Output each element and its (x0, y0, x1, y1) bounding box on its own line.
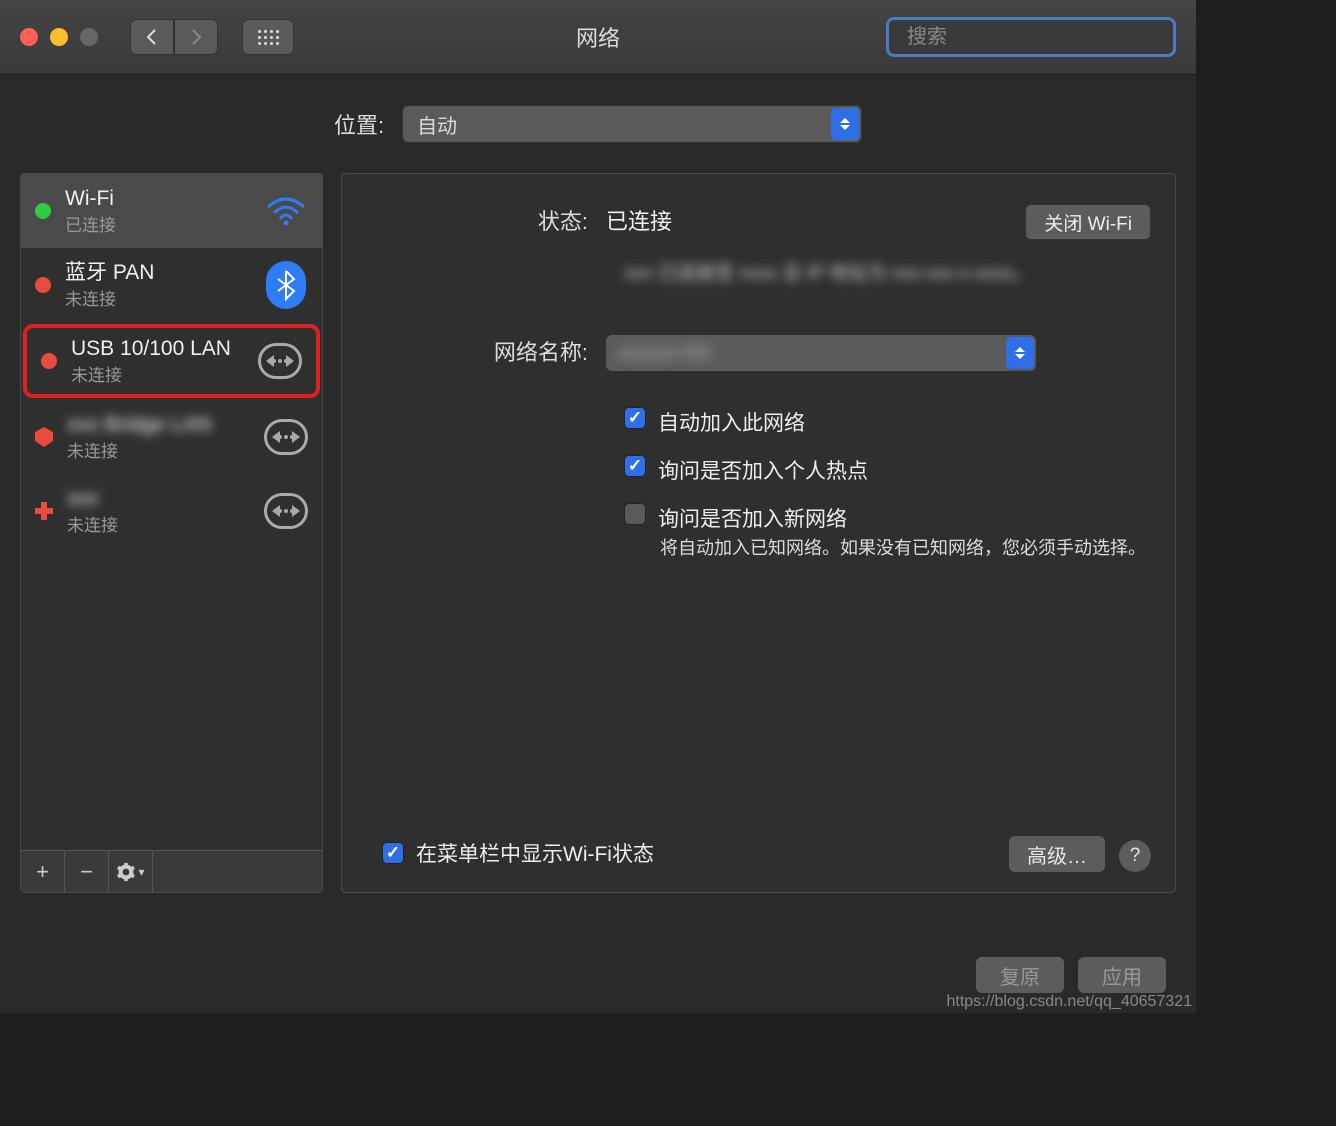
connection-name: xxx (67, 486, 250, 511)
grid-icon (258, 30, 279, 45)
remove-connection-button[interactable]: − (65, 851, 109, 893)
ask-new-network-hint: 将自动加入已知网络。如果没有已知网络，您必须手动选择。 (660, 535, 1151, 562)
status-dot-icon (41, 353, 57, 369)
status-label: 状态: (366, 204, 606, 240)
chevron-updown-icon (1006, 337, 1034, 369)
window-controls (20, 28, 98, 46)
auto-join-checkbox[interactable] (624, 407, 646, 429)
connection-item-usb-lan[interactable]: USB 10/100 LAN 未连接 (23, 324, 320, 398)
search-field[interactable] (886, 17, 1176, 57)
add-connection-button[interactable]: + (21, 851, 65, 893)
connection-name: USB 10/100 LAN (71, 336, 244, 361)
connection-item-bridge[interactable]: xxx Bridge LAN 未连接 (21, 400, 322, 474)
ask-new-network-label: 询问是否加入新网络 (658, 503, 847, 533)
location-value: 自动 (417, 110, 457, 139)
network-name-label: 网络名称: (366, 335, 606, 371)
advanced-button[interactable]: 高级… (1009, 836, 1105, 872)
bluetooth-icon (264, 261, 308, 309)
connection-item-other[interactable]: xxx 未连接 (21, 474, 322, 548)
apply-button[interactable]: 应用 (1078, 957, 1166, 993)
connection-options-button[interactable]: ▾ (109, 851, 153, 893)
connection-status: 未连接 (67, 511, 250, 536)
status-dot-icon (35, 203, 51, 219)
forward-button[interactable] (174, 19, 218, 55)
ethernet-icon (264, 419, 308, 455)
help-button[interactable]: ? (1119, 840, 1151, 872)
chevron-updown-icon (831, 108, 859, 140)
titlebar: 网络 (0, 0, 1196, 75)
network-name-select[interactable]: xxxxxx-5G (606, 335, 1036, 371)
location-label: 位置: (334, 108, 384, 140)
connection-sidebar: Wi-Fi 已连接 蓝牙 PAN 未连接 (20, 173, 323, 893)
window-title: 网络 (576, 21, 620, 53)
connection-item-wifi[interactable]: Wi-Fi 已连接 (21, 174, 322, 248)
show-menubar-checkbox[interactable] (382, 842, 404, 864)
connection-status: 已连接 (65, 211, 250, 236)
status-value: 已连接 (606, 209, 672, 234)
connection-status: 未连接 (67, 437, 250, 462)
show-menubar-label: 在菜单栏中显示Wi-Fi状态 (416, 838, 654, 868)
watermark: https://blog.csdn.net/qq_40657321 (946, 993, 1192, 1011)
back-button[interactable] (130, 19, 174, 55)
connection-status: 未连接 (65, 285, 250, 310)
ethernet-icon (258, 343, 302, 379)
close-icon[interactable] (20, 28, 38, 46)
minimize-icon[interactable] (50, 28, 68, 46)
connection-status: 未连接 (71, 361, 244, 386)
connection-name: Wi-Fi (65, 186, 250, 211)
gear-icon (116, 862, 136, 882)
ask-new-network-checkbox[interactable] (624, 503, 646, 525)
shield-icon (35, 427, 53, 447)
connection-name: 蓝牙 PAN (65, 260, 250, 285)
detail-pane: 状态: 已连接 关闭 Wi-Fi xxx 已连接至 xxxx 且 IP 地址为 … (341, 173, 1176, 893)
connection-item-bluetooth-pan[interactable]: 蓝牙 PAN 未连接 (21, 248, 322, 322)
turn-off-wifi-button[interactable]: 关闭 Wi-Fi (1025, 204, 1151, 240)
network-name-value: xxxxxx-5G (618, 342, 711, 365)
revert-button[interactable]: 复原 (976, 957, 1064, 993)
status-info: xxx 已连接至 xxxx 且 IP 地址为 xxx.xxx.x.xxxx。 (624, 263, 1031, 284)
status-dot-icon (35, 277, 51, 293)
ask-hotspot-checkbox[interactable] (624, 455, 646, 477)
show-all-button[interactable] (242, 19, 294, 55)
connection-name: xxx Bridge LAN (67, 412, 250, 437)
maximize-icon[interactable] (80, 28, 98, 46)
plus-icon (35, 502, 53, 520)
location-select[interactable]: 自动 (402, 105, 862, 143)
ask-hotspot-label: 询问是否加入个人热点 (658, 455, 868, 485)
auto-join-label: 自动加入此网络 (658, 407, 805, 437)
ethernet-icon (264, 493, 308, 529)
search-input[interactable] (907, 26, 1172, 49)
wifi-icon (264, 195, 308, 227)
